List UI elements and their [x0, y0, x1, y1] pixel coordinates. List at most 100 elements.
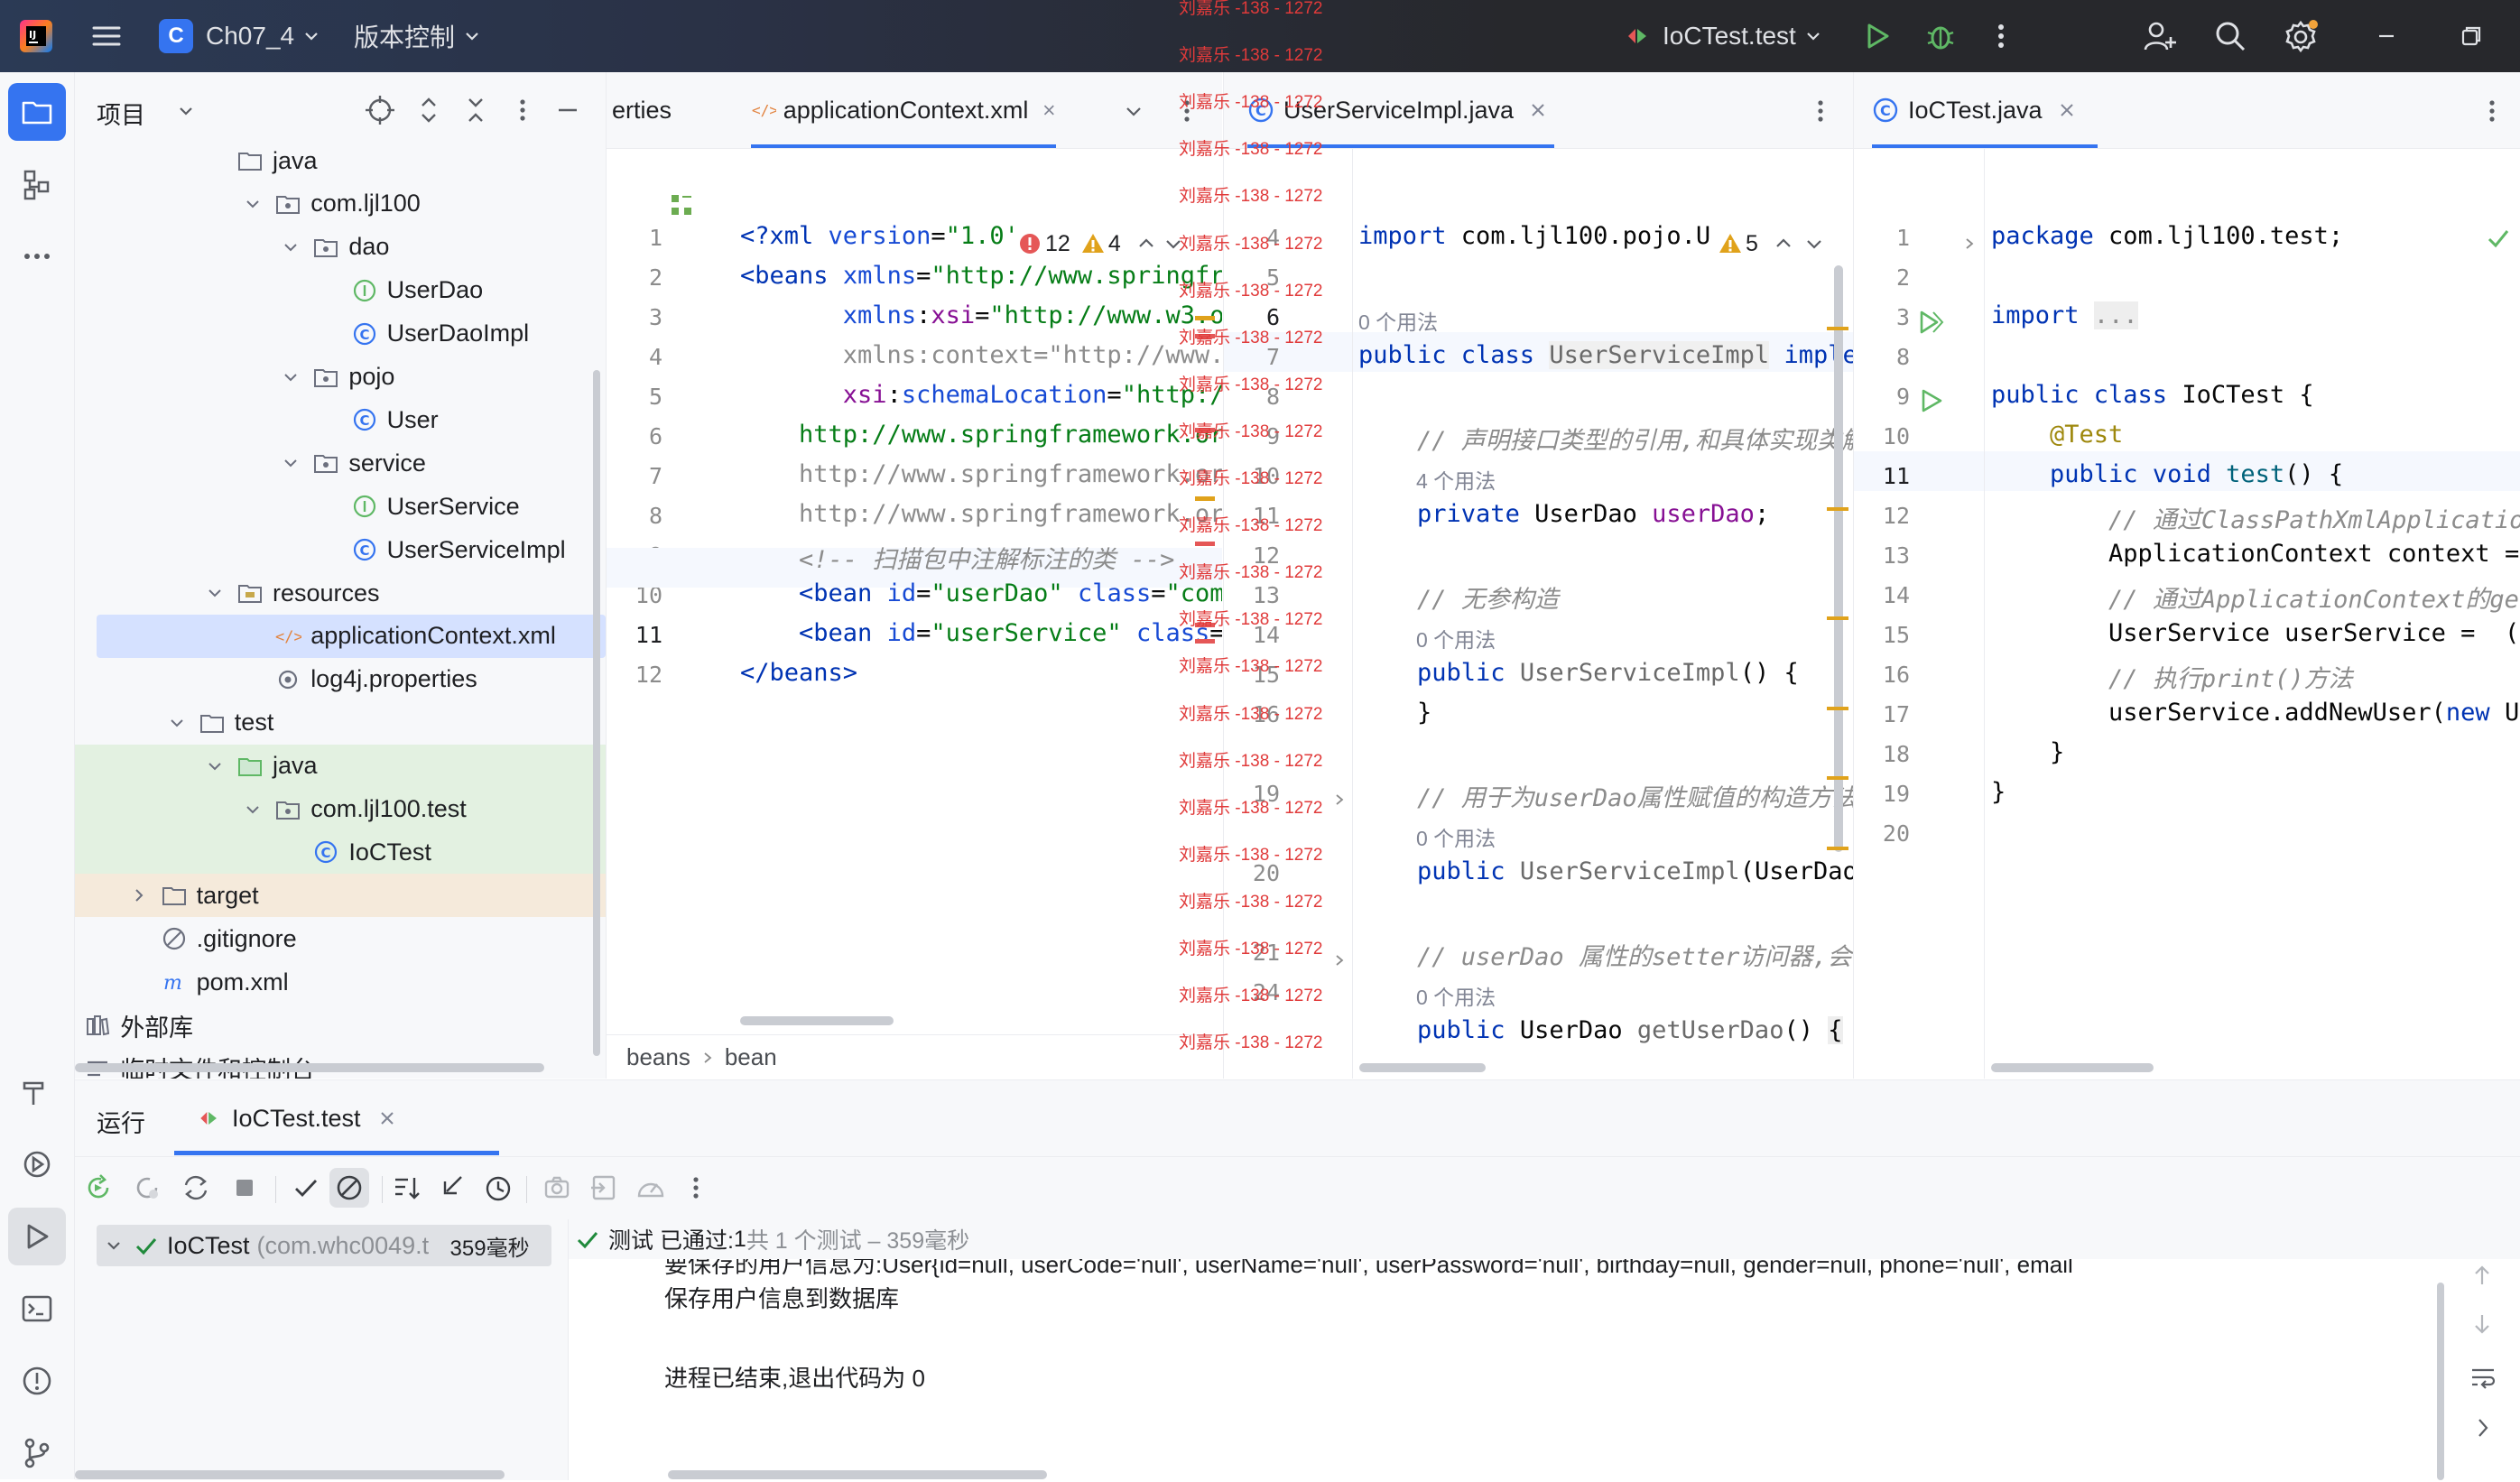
- tree-item[interactable]: C User: [75, 398, 606, 441]
- build-tool-button[interactable]: [8, 1063, 66, 1121]
- line-number[interactable]: 13: [1224, 582, 1280, 608]
- chevron-up-icon[interactable]: [1137, 235, 1155, 253]
- tree-item[interactable]: java: [75, 744, 606, 788]
- warning-stripe[interactable]: [1827, 327, 1848, 330]
- line-number[interactable]: 1: [607, 225, 662, 251]
- fold-icon[interactable]: [1332, 792, 1347, 807]
- line-number[interactable]: 2: [607, 264, 662, 291]
- options-icon[interactable]: [506, 94, 539, 126]
- soft-wrap-icon[interactable]: [2469, 1364, 2497, 1391]
- code-line[interactable]: }: [1358, 699, 1431, 727]
- tree-item[interactable]: pojo: [75, 356, 606, 399]
- search-icon[interactable]: [2213, 0, 2247, 72]
- warning-stripe[interactable]: [1195, 316, 1215, 320]
- ide-logo-icon[interactable]: IJ: [18, 0, 54, 72]
- code-line[interactable]: xmlns:xsi="http://www.w3.or: [740, 301, 1222, 329]
- chevron-down-icon[interactable]: [244, 801, 262, 819]
- line-number[interactable]: 19: [1854, 781, 1910, 807]
- line-number[interactable]: 12: [1854, 503, 1910, 529]
- tab-application-context[interactable]: </> applicationContext.xml: [751, 72, 1056, 148]
- code-line[interactable]: // userDao 属性的setter访问器,会: [1358, 937, 1852, 972]
- code-line[interactable]: }: [1991, 738, 2064, 766]
- tree-item[interactable]: UserDao: [75, 269, 606, 312]
- project-switcher[interactable]: C Ch07_4: [159, 0, 320, 72]
- code-line[interactable]: http://www.springframework.or: [740, 460, 1222, 488]
- project-pane-title[interactable]: 项目: [97, 96, 145, 131]
- usages-hint[interactable]: 0 个用法: [1416, 623, 1496, 653]
- close-icon[interactable]: [379, 1110, 395, 1126]
- coverage-icon[interactable]: [633, 1170, 669, 1206]
- console-vertical-scrollbar[interactable]: [2437, 1283, 2444, 1480]
- chevron-down-icon[interactable]: [1125, 102, 1143, 120]
- code-line[interactable]: public class UserServiceImpl imple: [1358, 341, 1853, 369]
- code-line[interactable]: <!-- 扫描包中注解标注的类 -->: [740, 540, 1174, 575]
- tree-vertical-scrollbar[interactable]: [593, 370, 600, 1056]
- code-line[interactable]: <?xml version="1.0': [740, 222, 1019, 250]
- code-line[interactable]: </beans>: [740, 659, 857, 687]
- show-ignored-icon[interactable]: [329, 1168, 369, 1208]
- console-line[interactable]: 进程已结束,退出代码为 0: [664, 1360, 925, 1394]
- code-line[interactable]: // 声明接口类型的引用,和具体实现类解: [1358, 421, 1853, 456]
- tab-ioc-test[interactable]: C IoCTest.java: [1872, 72, 2098, 148]
- line-number[interactable]: 12: [607, 662, 662, 688]
- code-line[interactable]: import com.ljl100.pojo.U: [1358, 222, 1710, 250]
- camera-icon[interactable]: [539, 1170, 575, 1206]
- line-number[interactable]: 8: [607, 503, 662, 529]
- expand-all-icon[interactable]: [412, 94, 445, 126]
- tree-item[interactable]: 外部库: [75, 1004, 606, 1047]
- line-number[interactable]: 2: [1854, 264, 1910, 291]
- test-tree-row[interactable]: IoCTest (com.whc0049.t 359毫秒: [97, 1225, 551, 1266]
- code-line[interactable]: http://www.springframework.or: [740, 500, 1222, 528]
- spring-bean-gutter-icon[interactable]: [670, 193, 695, 218]
- warning-stripe[interactable]: [1827, 616, 1848, 620]
- chevron-down-icon[interactable]: [206, 757, 224, 775]
- more-tools-icon[interactable]: [8, 227, 66, 285]
- breadcrumb-item[interactable]: beans: [626, 1043, 690, 1071]
- warning-stripe[interactable]: [1827, 776, 1848, 780]
- inspection-widget[interactable]: 12 4: [1018, 227, 1182, 260]
- line-number[interactable]: 18: [1854, 741, 1910, 767]
- arrow-down-icon[interactable]: [2469, 1311, 2495, 1337]
- collapse-all-icon[interactable]: [459, 94, 492, 126]
- tree-item[interactable]: C IoCTest: [75, 830, 606, 875]
- code-line[interactable]: public class IoCTest {: [1991, 381, 2314, 409]
- line-number[interactable]: 20: [1854, 820, 1910, 847]
- code-line[interactable]: // 用于为userDao属性赋值的构造方法: [1358, 778, 1853, 813]
- run-button[interactable]: [1861, 0, 1894, 72]
- code-line[interactable]: http://www.springframework.or: [740, 421, 1222, 449]
- code-line[interactable]: public void test() {: [1991, 460, 2343, 488]
- tab-run-config[interactable]: IoCTest.test: [196, 1080, 395, 1156]
- history-icon[interactable]: [479, 1170, 515, 1206]
- fold-icon[interactable]: [1962, 236, 1977, 251]
- usages-hint[interactable]: 0 个用法: [1358, 305, 1438, 336]
- editor1-horizontal-scrollbar[interactable]: [740, 1016, 894, 1025]
- tree-item[interactable]: test: [75, 701, 606, 745]
- console-horizontal-scrollbar[interactable]: [668, 1470, 1047, 1479]
- editor2-horizontal-scrollbar[interactable]: [1359, 1063, 1486, 1072]
- chevron-down-icon[interactable]: [282, 368, 300, 386]
- code-line[interactable]: ApplicationContext context =: [1991, 540, 2519, 568]
- more-actions-icon[interactable]: [1805, 96, 1836, 126]
- structure-tool-button[interactable]: [8, 155, 66, 213]
- code-line[interactable]: package com.ljl100.test;: [1991, 222, 2343, 250]
- collapse-icon[interactable]: [434, 1170, 470, 1206]
- debug-button[interactable]: [1924, 0, 1957, 72]
- stop-icon[interactable]: [227, 1170, 263, 1206]
- close-icon[interactable]: [1042, 102, 1056, 118]
- code-line[interactable]: // 通过ApplicationContext的get: [1991, 579, 2520, 615]
- code-line[interactable]: public UserDao getUserDao() {: [1358, 1016, 1843, 1044]
- terminal-tool-button[interactable]: [8, 1280, 66, 1338]
- line-number[interactable]: 11: [607, 622, 662, 648]
- rerun-icon[interactable]: [80, 1170, 116, 1206]
- git-tool-button[interactable]: [8, 1424, 66, 1482]
- fold-icon[interactable]: [1332, 953, 1347, 968]
- run-config-selector[interactable]: IoCTest.test: [1623, 0, 1821, 72]
- tree-item[interactable]: .gitignore: [75, 917, 606, 960]
- toggle-auto-test-icon[interactable]: [178, 1170, 214, 1206]
- chevron-down-icon[interactable]: [178, 103, 194, 119]
- more-actions-icon[interactable]: [2477, 96, 2507, 126]
- inspection-widget[interactable]: 5: [1719, 227, 1823, 260]
- editor2-vertical-scrollbar[interactable]: [1834, 265, 1843, 852]
- chevron-down-icon[interactable]: [106, 1237, 122, 1254]
- warning-stripe[interactable]: [1827, 847, 1848, 850]
